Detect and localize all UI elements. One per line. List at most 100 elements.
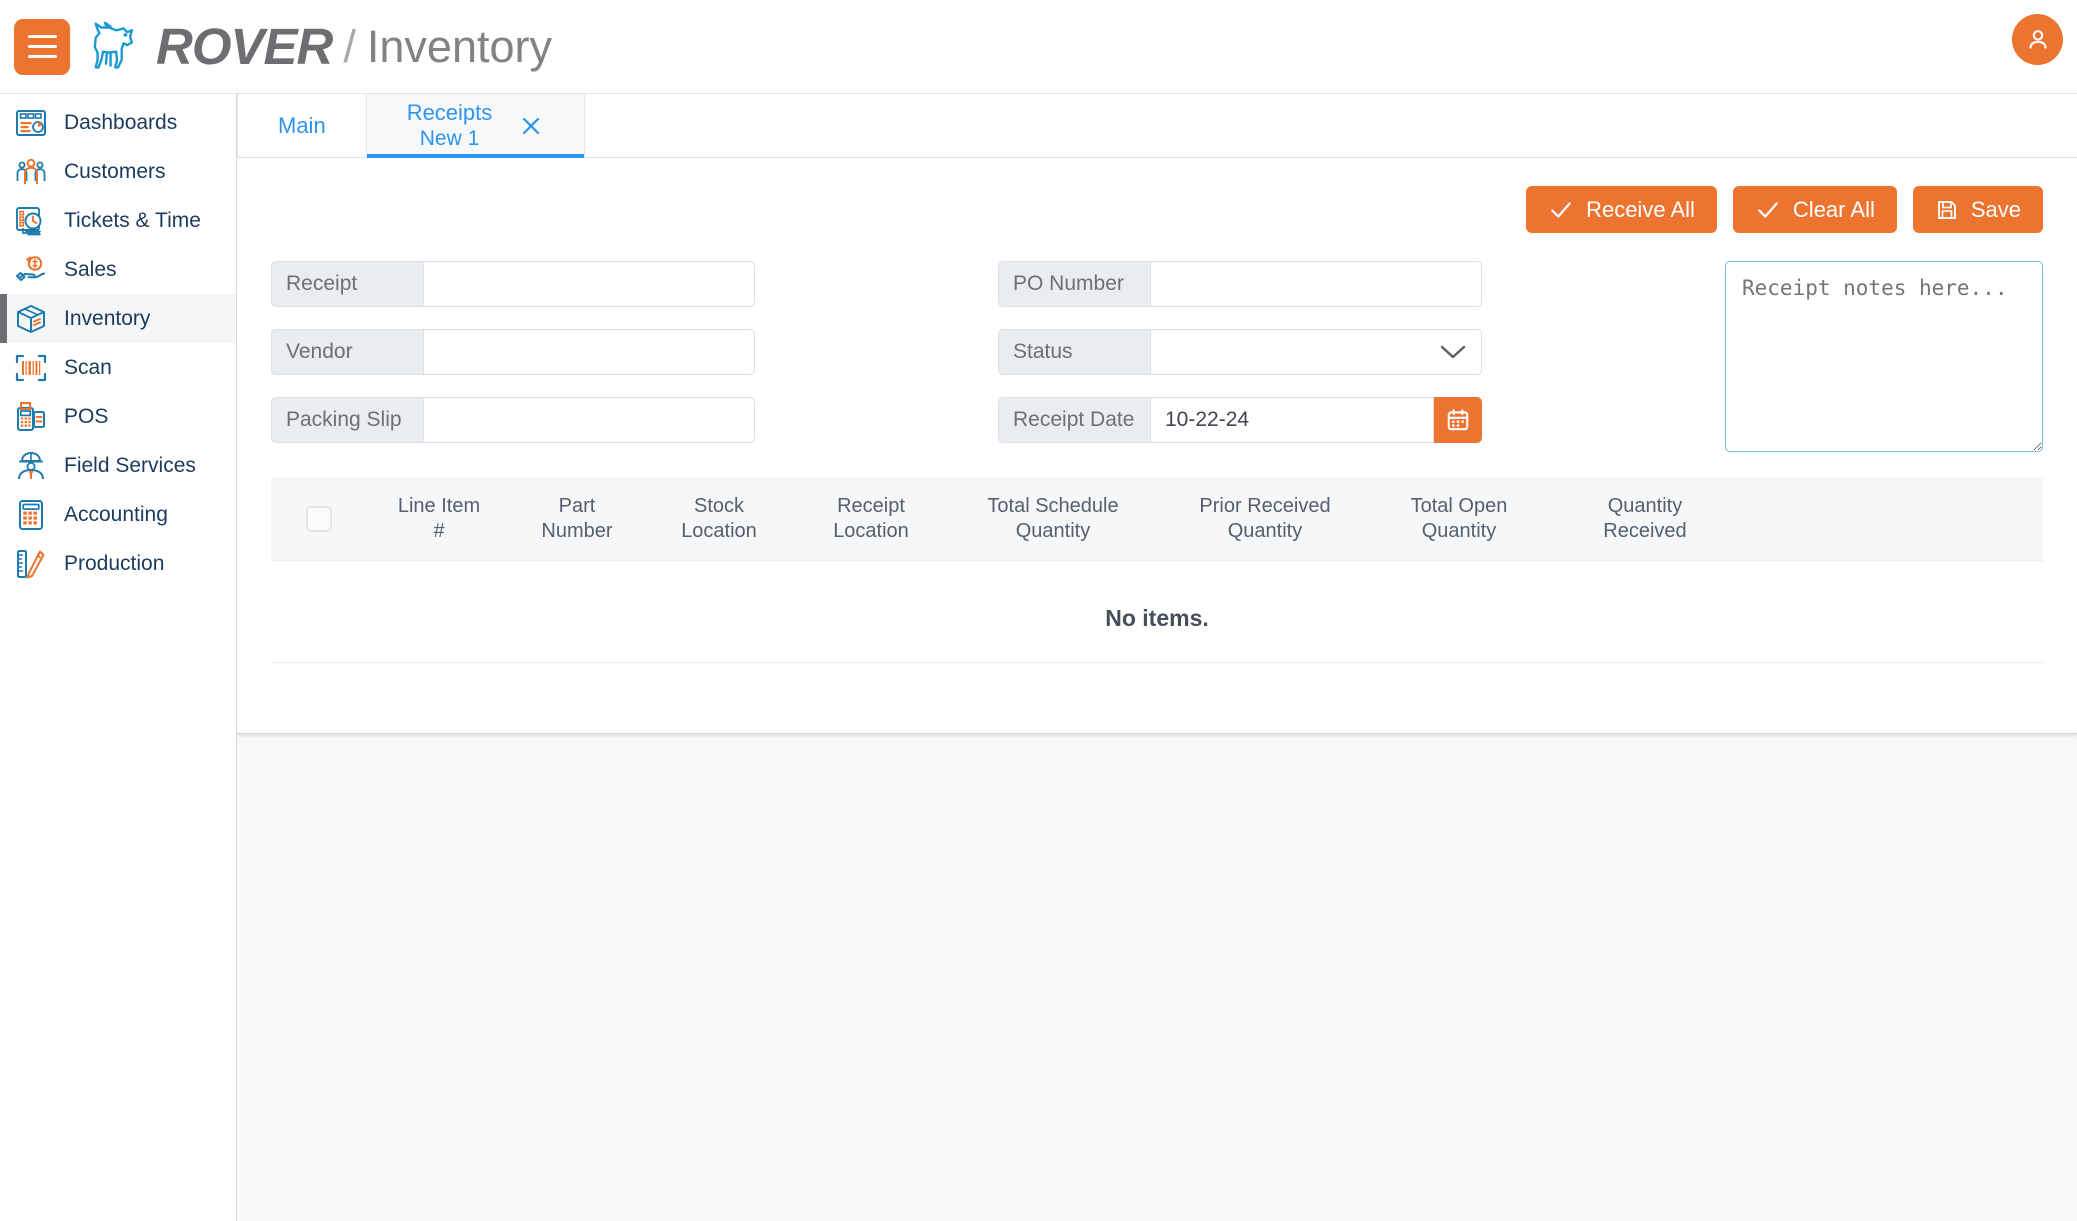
clear-all-button[interactable]: Clear All	[1733, 186, 1897, 233]
packing-slip-input[interactable]	[423, 397, 755, 443]
sidebar-item-dashboards[interactable]: Dashboards	[0, 98, 236, 147]
notes-column	[1725, 261, 2043, 465]
column-header-part-number: Part Number	[511, 494, 643, 543]
hamburger-icon-bar	[28, 55, 57, 58]
brand-name: ROVER	[156, 21, 332, 72]
sidebar-item-scan[interactable]: Scan	[0, 343, 236, 392]
inventory-box-icon	[14, 302, 48, 336]
sidebar-item-label: Scan	[64, 356, 112, 380]
empty-state-message: No items.	[271, 561, 2043, 663]
action-toolbar: Receive All Clear All	[271, 186, 2043, 233]
sidebar-item-customers[interactable]: Customers	[0, 147, 236, 196]
header-line1: Receipt	[837, 495, 905, 517]
tab-strip: Main Receipts New 1	[237, 93, 2077, 158]
hamburger-icon-bar	[28, 35, 57, 38]
header-line1: Part	[559, 495, 596, 517]
dashboard-icon	[14, 106, 48, 140]
chevron-down-icon	[1439, 343, 1467, 361]
close-x-icon	[519, 114, 543, 138]
sidebar-item-sales[interactable]: Sales	[0, 245, 236, 294]
line-items-table: Line Item # Part Number Stock Location	[271, 477, 2043, 697]
header-line2: Received	[1553, 519, 1737, 543]
calendar-icon	[1445, 407, 1471, 433]
column-header-line-item: Line Item #	[367, 494, 511, 543]
header-line2: Quantity	[953, 519, 1153, 543]
sidebar-item-field-services[interactable]: Field Services	[0, 441, 236, 490]
sidebar-item-label: Inventory	[64, 307, 150, 331]
save-label: Save	[1971, 197, 2021, 223]
pos-terminal-icon	[14, 400, 48, 434]
sales-hand-icon	[14, 253, 48, 287]
receipt-form: Receipt Vendor Packing Slip	[271, 261, 2043, 465]
user-avatar-button[interactable]	[2012, 14, 2063, 65]
table-footer-spacer	[271, 663, 2043, 697]
sidebar-item-label: Sales	[64, 258, 117, 282]
header-line2: Location	[649, 519, 789, 543]
status-select[interactable]	[1150, 329, 1482, 375]
vendor-input[interactable]	[423, 329, 755, 375]
sidebar-item-accounting[interactable]: Accounting	[0, 490, 236, 539]
tab-receipts-new-1[interactable]: Receipts New 1	[367, 94, 586, 157]
calculator-icon	[14, 498, 48, 532]
tab-close-button[interactable]	[518, 113, 544, 139]
po-number-input[interactable]	[1150, 261, 1482, 307]
tab-label-line1: Receipts	[407, 100, 493, 125]
brand-separator: /	[343, 24, 356, 69]
hamburger-menu-button[interactable]	[14, 19, 70, 75]
column-header-total-schedule-quantity: Total Schedule Quantity	[947, 494, 1159, 543]
floppy-disk-icon	[1935, 198, 1959, 222]
header-line1: Total Open	[1411, 495, 1508, 517]
select-all-checkbox[interactable]	[306, 506, 332, 532]
calendar-picker-button[interactable]	[1434, 397, 1482, 443]
save-button[interactable]: Save	[1913, 186, 2043, 233]
tab-label-line2: New 1	[407, 126, 493, 152]
sidebar-item-label: Accounting	[64, 503, 168, 527]
receipt-date-input[interactable]: 10-22-24	[1150, 397, 1434, 443]
table-header-row: Line Item # Part Number Stock Location	[271, 477, 2043, 561]
check-icon	[1755, 197, 1781, 223]
header-line1: Total Schedule	[987, 495, 1118, 517]
receive-all-button[interactable]: Receive All	[1526, 186, 1717, 233]
sidebar-item-tickets-time[interactable]: Tickets & Time	[0, 196, 236, 245]
column-header-quantity-received: Quantity Received	[1547, 494, 1743, 543]
sidebar-item-label: Tickets & Time	[64, 209, 201, 233]
status-label: Status	[998, 329, 1150, 375]
form-column-left: Receipt Vendor Packing Slip	[271, 261, 755, 465]
check-icon	[1548, 197, 1574, 223]
field-receipt: Receipt	[271, 261, 755, 307]
sidebar-item-inventory[interactable]: Inventory	[0, 294, 236, 343]
ruler-pencil-icon	[14, 547, 48, 581]
vendor-label: Vendor	[271, 329, 423, 375]
receipt-input[interactable]	[423, 261, 755, 307]
sidebar-item-label: POS	[64, 405, 108, 429]
dog-logo-icon	[90, 21, 146, 73]
receipt-notes-textarea[interactable]	[1725, 261, 2043, 452]
header-line2: Number	[517, 519, 637, 543]
header-line2: #	[373, 519, 505, 543]
receive-all-label: Receive All	[1586, 197, 1695, 223]
select-all-cell	[271, 506, 367, 532]
field-receipt-date: Receipt Date 10-22-24	[998, 397, 1482, 443]
brand[interactable]: ROVER / Inventory	[90, 21, 552, 73]
clear-all-label: Clear All	[1793, 197, 1875, 223]
column-header-receipt-location: Receipt Location	[795, 494, 947, 543]
sidebar-item-pos[interactable]: POS	[0, 392, 236, 441]
sidebar-item-production[interactable]: Production	[0, 539, 236, 588]
po-number-label: PO Number	[998, 261, 1150, 307]
header-line2: Location	[801, 519, 941, 543]
page-title: Inventory	[367, 24, 552, 69]
tickets-time-icon	[14, 204, 48, 238]
tab-main[interactable]: Main	[237, 94, 367, 157]
tab-label: Receipts New 1	[407, 99, 493, 152]
barcode-scan-icon	[14, 351, 48, 385]
packing-slip-label: Packing Slip	[271, 397, 423, 443]
field-worker-icon	[14, 449, 48, 483]
column-header-prior-received-quantity: Prior Received Quantity	[1159, 494, 1371, 543]
header-line1: Line Item	[398, 495, 480, 517]
receipt-date-label: Receipt Date	[998, 397, 1150, 443]
column-header-stock-location: Stock Location	[643, 494, 795, 543]
header-line1: Prior Received	[1199, 495, 1330, 517]
receipt-label: Receipt	[271, 261, 423, 307]
header-line1: Stock	[694, 495, 744, 517]
tab-label: Main	[278, 112, 326, 139]
